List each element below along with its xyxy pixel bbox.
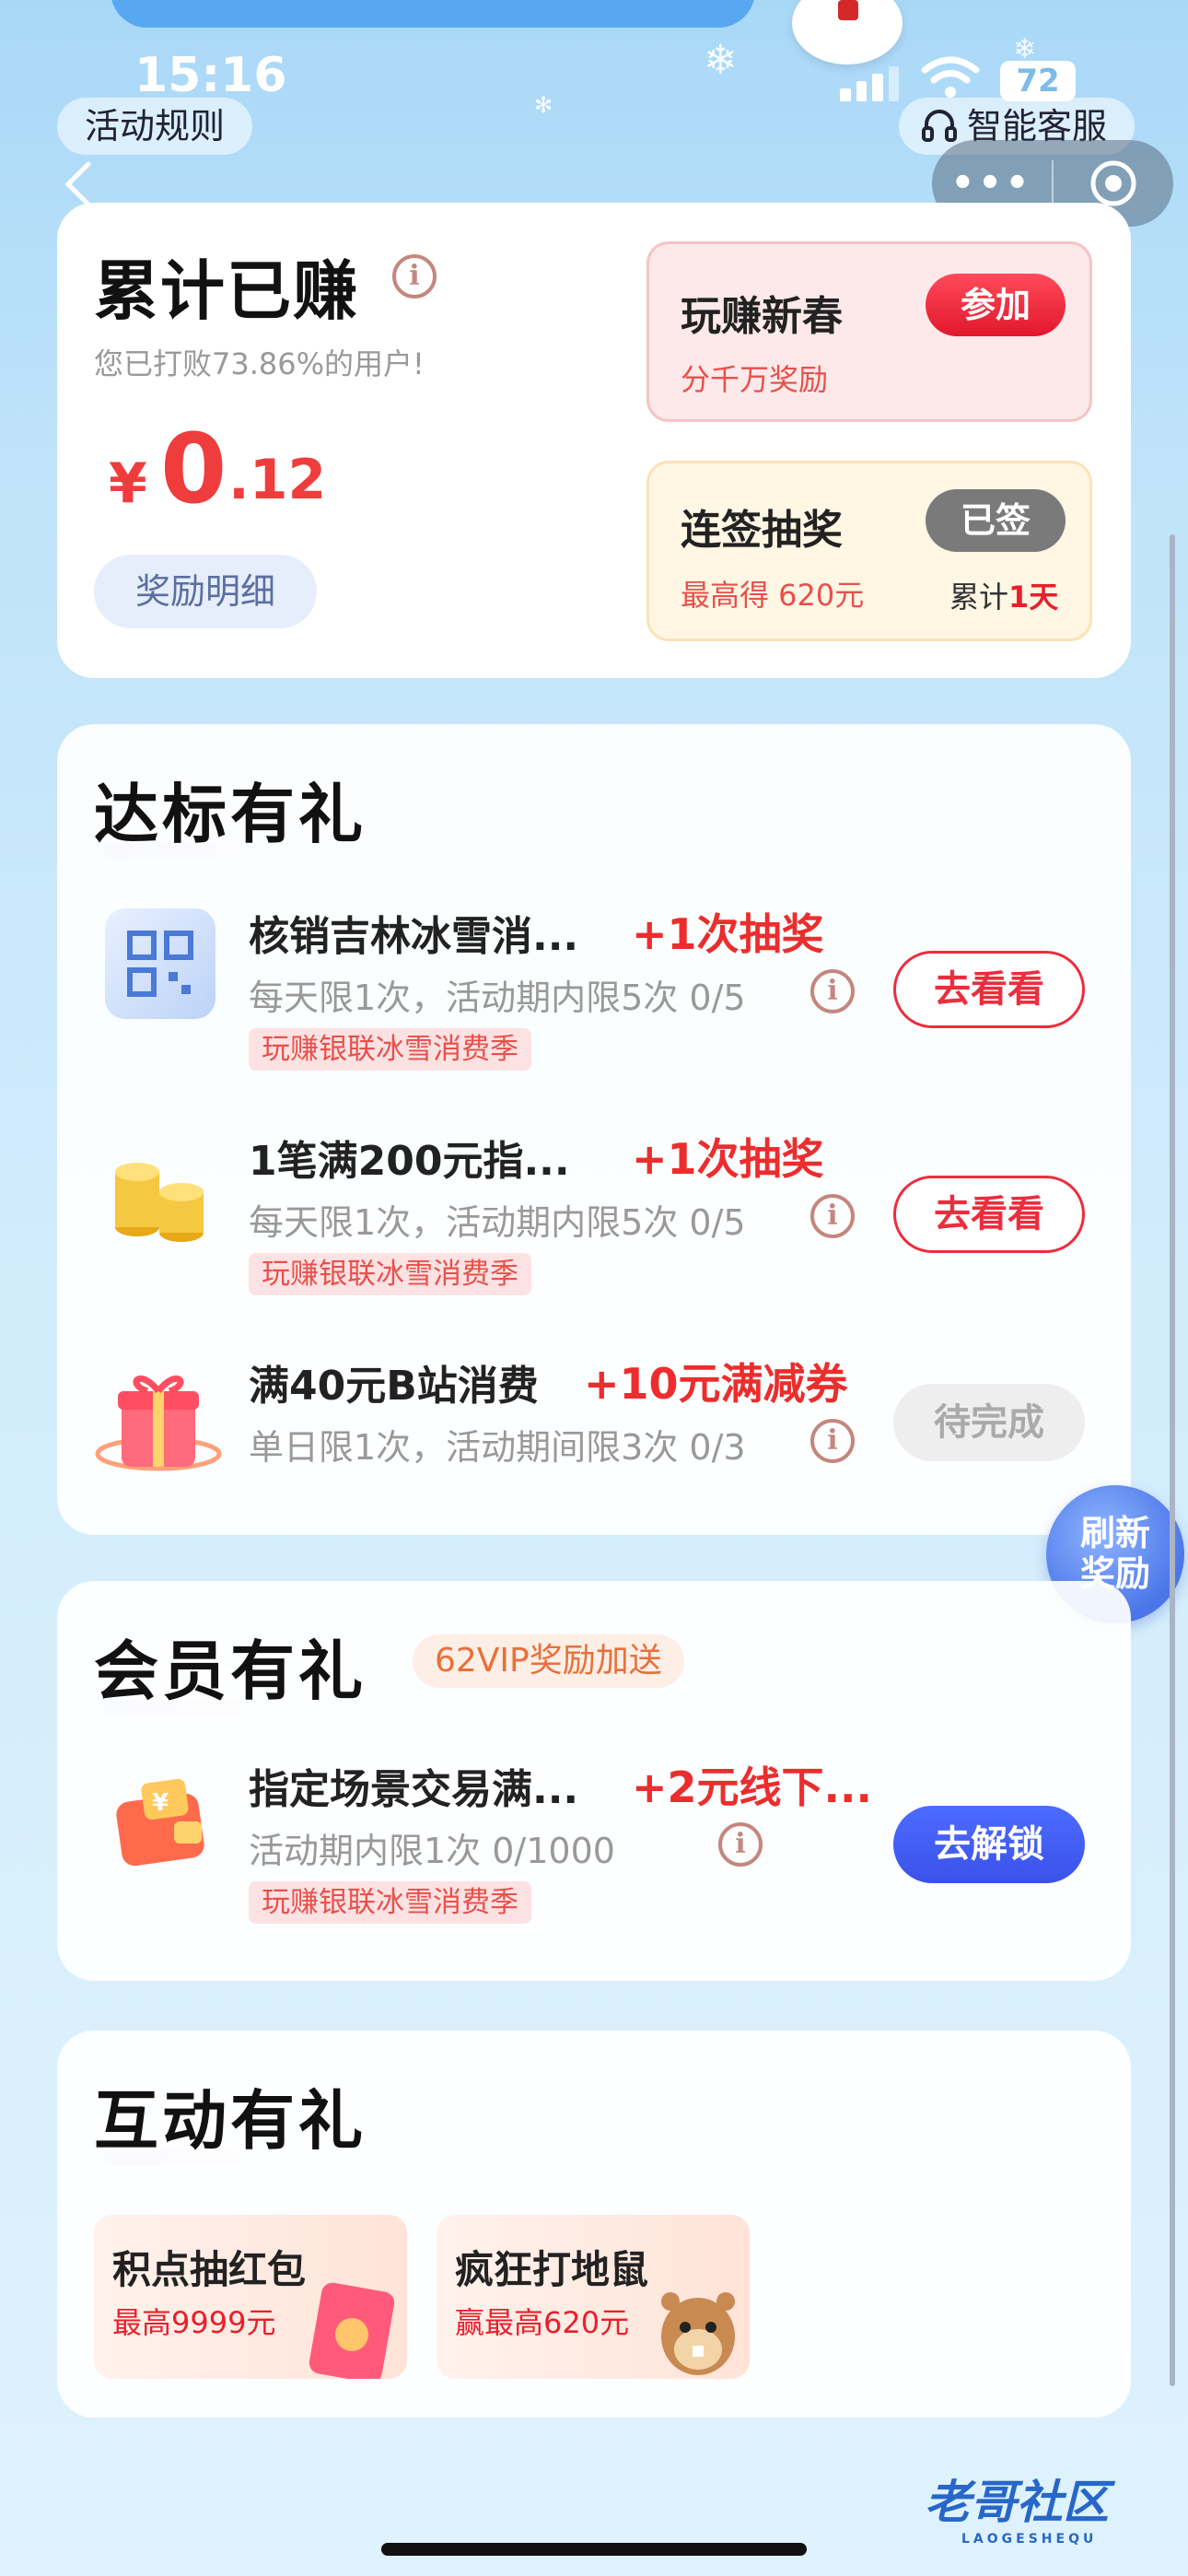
close-circle-icon <box>1090 160 1136 206</box>
scrollbar[interactable] <box>1170 534 1175 2386</box>
currency-symbol: ¥ <box>109 451 147 516</box>
hamster-icon <box>661 2292 735 2375</box>
task-limit: 每天限1次，活动期内限5次 0/5 <box>249 978 746 1018</box>
info-icon[interactable]: i <box>718 1822 763 1867</box>
refresh-label-line1: 刷新 <box>1079 1513 1150 1553</box>
earnings-amount-integer: 0 <box>160 413 227 525</box>
svg-text:¥: ¥ <box>152 1789 169 1817</box>
mini-card-subtitle: 赢最高620元 <box>455 2305 630 2340</box>
home-indicator[interactable] <box>381 2543 807 2556</box>
info-icon[interactable]: i <box>810 1419 855 1463</box>
wifi-icon <box>921 56 980 98</box>
headset-icon <box>922 110 957 142</box>
task-title: 1笔满200元指... <box>249 1138 570 1185</box>
close-mini-program-button[interactable] <box>1054 158 1173 209</box>
earnings-rank-text: 您已打败73.86%的用户! <box>94 346 425 381</box>
promo-title: 连签抽奖 <box>681 507 843 554</box>
interaction-card: 互动有礼 积点抽红包 最高9999元 疯狂打地鼠 赢最高620元 <box>57 2031 1131 2418</box>
pending-button[interactable]: 待完成 <box>893 1384 1085 1461</box>
snowflake-icon: ✻ <box>534 92 553 118</box>
unlock-button[interactable]: 去解锁 <box>893 1806 1085 1883</box>
vip-badge: 62VIP奖励加送 <box>413 1634 684 1688</box>
vip-card: 会员有礼 62VIP奖励加送 ¥ 指定场景交易满... +2元线下... 活动期… <box>57 1581 1131 1981</box>
earnings-title: 累计已赚 <box>94 253 359 329</box>
mini-card-title: 积点抽红包 <box>112 2247 307 2292</box>
view-task-button[interactable]: 去看看 <box>893 951 1085 1028</box>
red-envelope-icon <box>309 2282 395 2379</box>
snowflake-icon: ❄ <box>704 37 738 84</box>
task-reward: +1次抽奖 <box>632 1134 824 1184</box>
task-reward: +1次抽奖 <box>632 909 824 959</box>
task-reward: +2元线下... <box>632 1762 872 1812</box>
top-banner-decoration <box>111 0 755 28</box>
watermark-text: 老哥社区 <box>925 2476 1109 2529</box>
section-title: 会员有礼 <box>94 1620 367 1716</box>
wallet-icon: ¥ <box>105 1765 215 1876</box>
points-red-envelope-card[interactable]: 积点抽红包 最高9999元 <box>94 2215 407 2379</box>
task-limit: 活动期内限1次 0/1000 <box>249 1831 615 1871</box>
gold-coins-icon <box>105 1135 215 1246</box>
signed-in-button[interactable]: 已签 <box>926 489 1066 552</box>
view-task-button[interactable]: 去看看 <box>893 1176 1085 1253</box>
earnings-card: 累计已赚 i 您已打败73.86%的用户! ¥ 0 .12 奖励明细 玩赚新春 … <box>57 203 1131 678</box>
mini-card-title: 疯狂打地鼠 <box>455 2247 649 2292</box>
info-icon[interactable]: i <box>392 254 437 299</box>
reward-detail-button[interactable]: 奖励明细 <box>94 555 317 628</box>
cumulative-checkin: 累计1天 <box>949 574 1058 616</box>
task-tag: 玩赚银联冰雪消费季 <box>249 1881 531 1924</box>
watermark-subtext: LAOGESHEQU <box>961 2532 1098 2547</box>
whack-a-mole-card[interactable]: 疯狂打地鼠 赢最高620元 <box>437 2215 750 2379</box>
info-icon[interactable]: i <box>810 1194 855 1238</box>
battery-indicator: 72 <box>1000 61 1076 101</box>
promo-subtitle: 最高得 620元 <box>681 578 865 613</box>
qr-code-icon <box>105 908 215 1019</box>
tasks-card: 达标有礼 核销吉林冰雪消... +1次抽奖 每天限1次，活动期内限5次 0/5 … <box>57 724 1131 1535</box>
promo-subtitle: 分千万奖励 <box>681 362 829 397</box>
section-title: 互动有礼 <box>94 2069 367 2166</box>
task-reward: +10元满减券 <box>584 1359 848 1409</box>
activity-rules-button[interactable]: 活动规则 <box>57 98 253 155</box>
task-tag: 玩赚银联冰雪消费季 <box>249 1253 531 1295</box>
task-title: 指定场景交易满... <box>249 1766 579 1813</box>
checkin-lottery-card[interactable]: 连签抽奖 最高得 620元 已签 累计1天 <box>646 461 1092 641</box>
watermark-logo: 老哥社区 LAOGESHEQU <box>925 2465 1109 2547</box>
cumulative-days: 1天 <box>1008 580 1059 615</box>
task-limit: 单日限1次，活动期间限3次 0/3 <box>249 1427 746 1468</box>
more-options-button[interactable]: ••• <box>932 162 1052 205</box>
status-time: 15:16 <box>134 48 287 103</box>
snowman-decoration <box>792 0 903 64</box>
join-button[interactable]: 参加 <box>926 274 1066 336</box>
promo-title: 玩赚新春 <box>681 293 843 340</box>
earnings-amount-decimal: .12 <box>228 448 327 512</box>
task-title: 核销吉林冰雪消... <box>249 913 579 960</box>
task-title: 满40元B站消费 <box>249 1363 539 1410</box>
task-tag: 玩赚银联冰雪消费季 <box>249 1028 531 1071</box>
info-icon[interactable]: i <box>810 969 855 1013</box>
cellular-signal-icon <box>840 61 899 101</box>
new-year-promo-card[interactable]: 玩赚新春 分千万奖励 参加 <box>646 241 1092 422</box>
gift-box-icon <box>94 1362 223 1481</box>
mini-card-subtitle: 最高9999元 <box>112 2305 276 2340</box>
cumulative-prefix: 累计 <box>949 580 1009 615</box>
task-limit: 每天限1次，活动期内限5次 0/5 <box>249 1202 746 1243</box>
section-title: 达标有礼 <box>94 763 367 860</box>
